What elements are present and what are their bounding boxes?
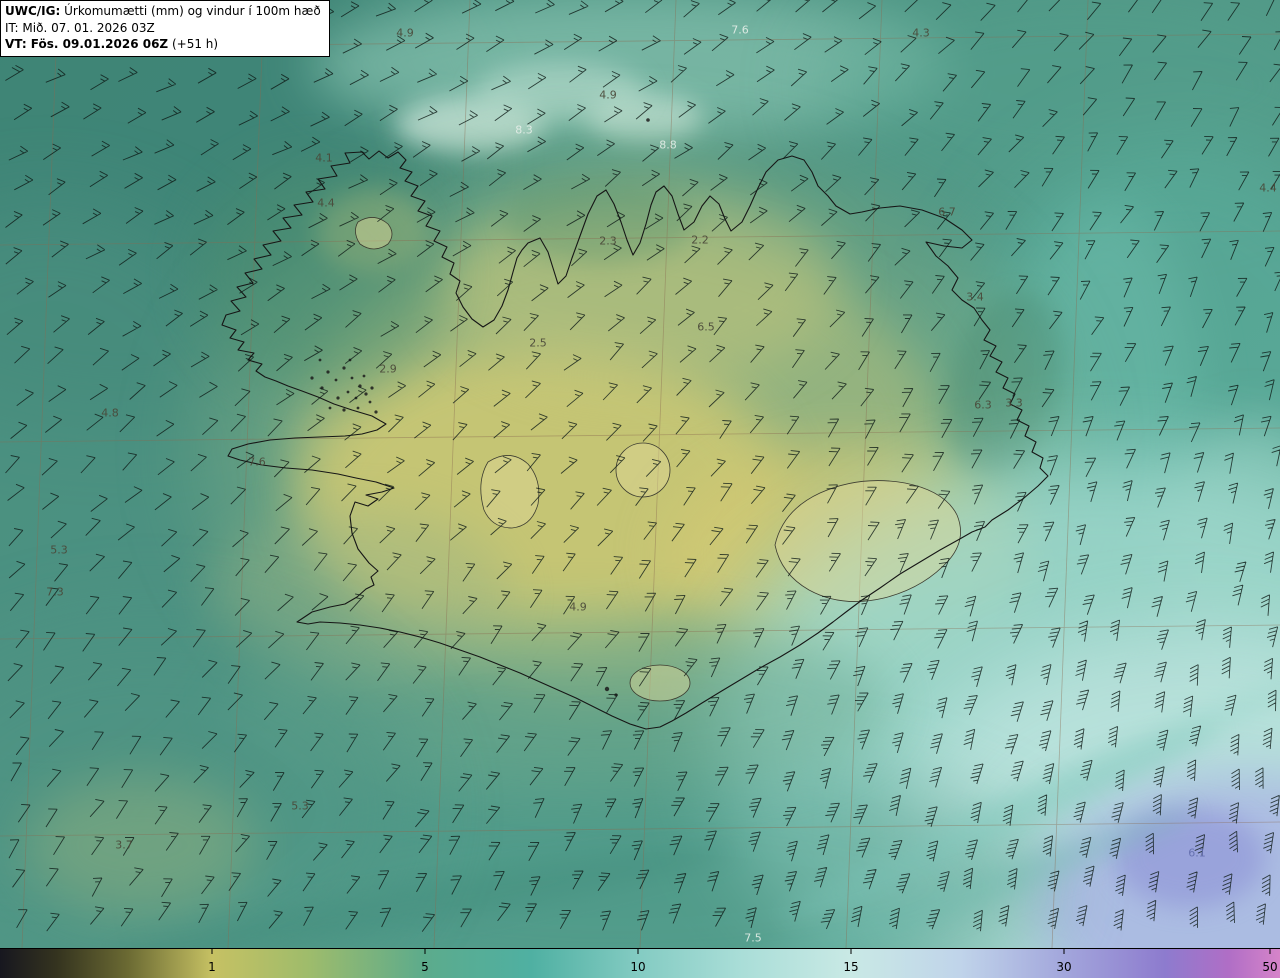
colorbar-tick-mark xyxy=(637,949,639,954)
colorbar-tick-mark xyxy=(1269,949,1271,954)
init-time: IT: Mið. 07. 01. 2026 03Z xyxy=(5,20,155,35)
model-label: UWC/IG: xyxy=(5,4,61,18)
map-canvas xyxy=(0,0,1280,948)
map-area: 4.9 7.6 4.3 4.9 8.3 8.8 4.1 4.4 4.4 6.7 2.3 2.2 3.4 6… xyxy=(0,0,1280,948)
title-box: UWC/IG: Úrkomumætti (mm) og vindur í 100… xyxy=(0,0,330,57)
colorbar-tick-mark xyxy=(211,949,213,954)
colorbar-tick-label: 15 xyxy=(843,960,859,974)
colorbar-tick-mark xyxy=(1063,949,1065,954)
forecast-offset: (+51 h) xyxy=(171,37,219,52)
weather-map-product: 4.9 7.6 4.3 4.9 8.3 8.8 4.1 4.4 4.4 6.7 2.3 2.2 3.4 6… xyxy=(0,0,1280,978)
colorbar-tick-label: 30 xyxy=(1056,960,1072,974)
colorbar-tick-label: 10 xyxy=(630,960,646,974)
colorbar: 1 5 10 15 30 50 xyxy=(0,948,1280,978)
product-title: Úrkomumætti (mm) og vindur í 100m hæð xyxy=(64,4,321,18)
colorbar-tick-label: 50 xyxy=(1262,960,1278,974)
title-line: UWC/IG: Úrkomumætti (mm) og vindur í 100… xyxy=(5,3,321,20)
colorbar-tick-mark xyxy=(850,949,852,954)
colorbar-tick-mark xyxy=(424,949,426,954)
valid-time: VT: Fös. 09.01.2026 06Z xyxy=(5,37,169,52)
colorbar-tick-label: 1 xyxy=(208,960,216,974)
colorbar-tick-label: 5 xyxy=(421,960,429,974)
valid-line: VT: Fös. 09.01.2026 06Z (+51 h) xyxy=(5,36,321,53)
